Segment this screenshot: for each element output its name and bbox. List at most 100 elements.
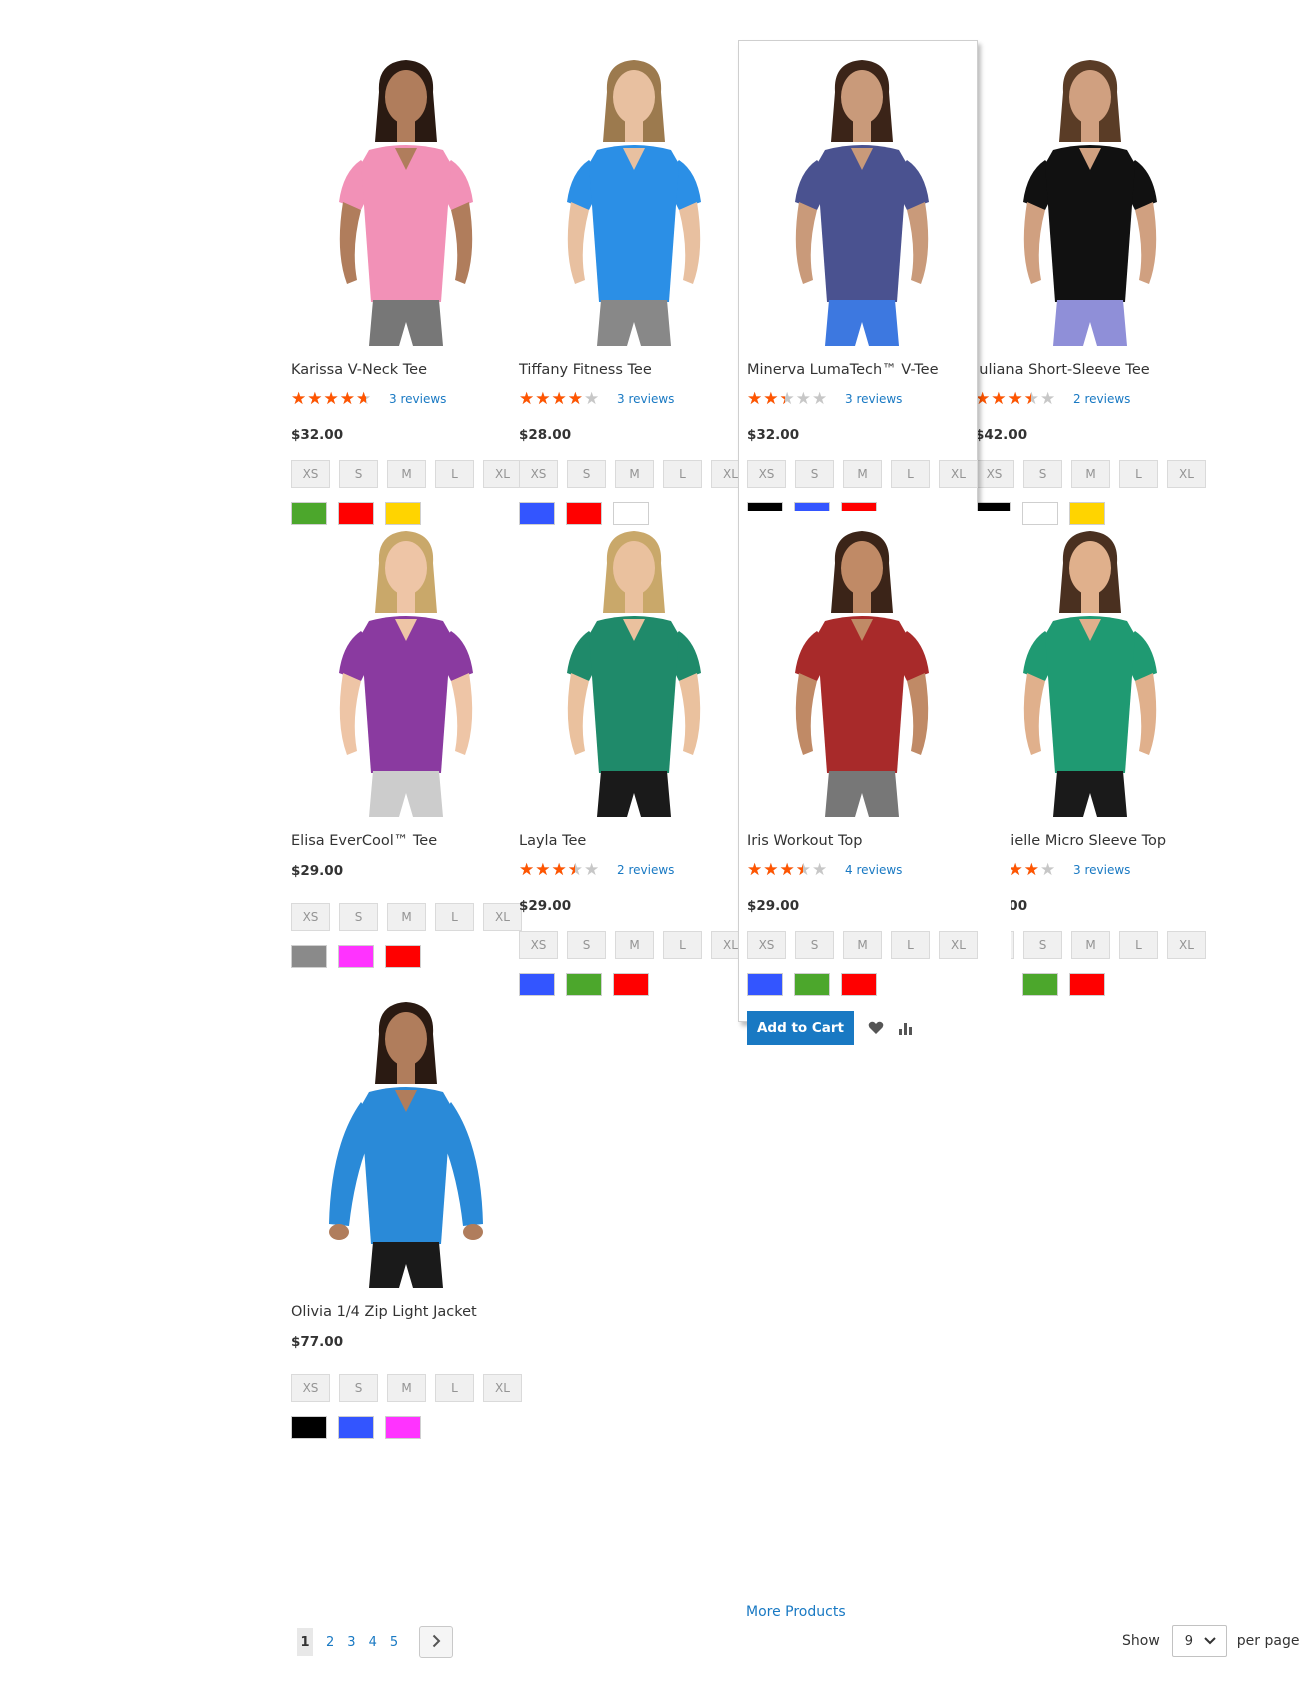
size-option-l[interactable]: L [663,931,702,959]
size-option-xl[interactable]: XL [483,1374,522,1402]
size-option-m[interactable]: M [1071,931,1110,959]
product-image[interactable] [519,523,749,817]
size-option-xl[interactable]: XL [1167,460,1206,488]
size-option-l[interactable]: L [435,1374,474,1402]
size-option-xl[interactable]: XL [939,460,978,488]
size-option-m[interactable]: M [843,931,882,959]
page-link-3[interactable]: 3 [347,1635,355,1650]
size-option-s[interactable]: S [567,931,606,959]
product-image[interactable] [747,52,977,346]
size-option-m[interactable]: M [387,460,426,488]
size-option-xs[interactable]: XS [291,1374,330,1402]
rating-stars: ★★★★★★★★★★ [747,390,841,408]
color-swatch[interactable] [794,973,830,996]
reviews-link[interactable]: 3 reviews [1073,863,1130,877]
limiter: Show 9 per page [1122,1625,1299,1657]
pagination: 12345 [297,1626,454,1658]
size-options: XS SML XL [747,460,978,488]
product-name-link[interactable]: Karissa V-Neck Tee [291,362,427,378]
size-option-l[interactable]: L [891,931,930,959]
next-page-button[interactable] [419,1626,454,1658]
reviews-link[interactable]: 3 reviews [617,392,674,406]
reviews-link[interactable]: 2 reviews [617,863,674,877]
product-image[interactable] [747,523,977,817]
product-image[interactable] [519,52,749,346]
more-products-link[interactable]: More Products [746,1604,846,1620]
size-option-l[interactable]: L [435,460,474,488]
color-swatch[interactable] [291,1416,327,1439]
color-swatch[interactable] [566,973,602,996]
page-link-4[interactable]: 4 [369,1635,377,1650]
size-option-s[interactable]: S [339,1374,378,1402]
size-option-m[interactable]: M [843,460,882,488]
size-option-s[interactable]: S [795,931,834,959]
star-icons-filled: ★★★★★ [519,861,575,879]
size-option-l[interactable]: L [435,903,474,931]
product-grid: Karissa V-Neck Tee ★★★★★ ★★★★★ 3 reviews $32… [291,40,1291,1520]
product-name-link[interactable]: Tiffany Fitness Tee [519,362,652,378]
product-image[interactable] [291,52,521,346]
reviews-link[interactable]: 2 reviews [1073,392,1130,406]
page-link-2[interactable]: 2 [326,1635,334,1650]
product-image[interactable] [291,994,521,1288]
color-swatch[interactable] [841,973,877,996]
add-to-cart-button[interactable]: Add to Cart [747,1011,854,1045]
chevron-down-icon [1204,1634,1216,1649]
limiter-show-label: Show [1122,1633,1160,1649]
size-option-s[interactable]: S [1023,931,1062,959]
size-option-s[interactable]: S [1023,460,1062,488]
product-name-link[interactable]: Iris Workout Top [747,833,862,849]
product-card: Iris Workout Top ★★★★★★★★★★ 4 reviews $29.0… [747,511,1011,1045]
product-name-link[interactable]: Olivia 1/4 Zip Light Jacket [291,1304,477,1320]
size-option-s[interactable]: S [567,460,606,488]
size-option-m[interactable]: M [387,903,426,931]
color-swatch[interactable] [1069,973,1105,996]
size-options: XS SML XL [291,903,522,931]
reviews-link[interactable]: 3 reviews [389,392,446,406]
size-option-xs[interactable]: XS [291,460,330,488]
size-option-m[interactable]: M [615,931,654,959]
product-name-link[interactable]: Elisa EverCool™ Tee [291,833,437,849]
size-option-s[interactable]: S [795,460,834,488]
size-option-xs[interactable]: XS [291,903,330,931]
color-swatch[interactable] [338,1416,374,1439]
product-name-link[interactable]: Layla Tee [519,833,586,849]
color-swatch[interactable] [613,973,649,996]
product-price: $77.00 [291,1334,344,1350]
limiter-select[interactable]: 9 [1171,1625,1227,1657]
size-option-l[interactable]: L [891,460,930,488]
size-option-l[interactable]: L [663,460,702,488]
product-image[interactable] [291,523,521,817]
size-option-m[interactable]: M [1071,460,1110,488]
reviews-link[interactable]: 3 reviews [845,392,902,406]
color-swatch[interactable] [385,945,421,968]
product-price: $29.00 [519,898,572,914]
product-name-link[interactable]: Minerva LumaTech™ V-Tee [747,362,939,378]
size-option-xs[interactable]: XS [747,460,786,488]
color-swatch[interactable] [385,1416,421,1439]
heart-icon[interactable] [868,1021,884,1035]
size-option-xs[interactable]: XS [519,931,558,959]
page-link-5[interactable]: 5 [390,1635,398,1650]
size-option-s[interactable]: S [339,460,378,488]
bar-chart-icon[interactable] [898,1021,914,1035]
reviews-link[interactable]: 4 reviews [845,863,902,877]
size-option-xl[interactable]: XL [483,903,522,931]
color-swatch[interactable] [291,945,327,968]
size-option-xl[interactable]: XL [939,931,978,959]
size-option-xs[interactable]: XS [519,460,558,488]
product-card: Olivia 1/4 Zip Light Jacket $77.00 XS S M L XL [291,982,555,1502]
size-option-xl[interactable]: XL [483,460,522,488]
color-swatch[interactable] [747,973,783,996]
limiter-value: 9 [1184,1633,1194,1649]
size-option-m[interactable]: M [387,1374,426,1402]
color-swatch[interactable] [338,945,374,968]
color-swatch[interactable] [1022,973,1058,996]
size-option-xl[interactable]: XL [1167,931,1206,959]
size-option-l[interactable]: L [1119,931,1158,959]
size-option-m[interactable]: M [615,460,654,488]
size-option-s[interactable]: S [339,903,378,931]
color-options [747,973,877,996]
size-option-l[interactable]: L [1119,460,1158,488]
size-option-xs[interactable]: XS [747,931,786,959]
